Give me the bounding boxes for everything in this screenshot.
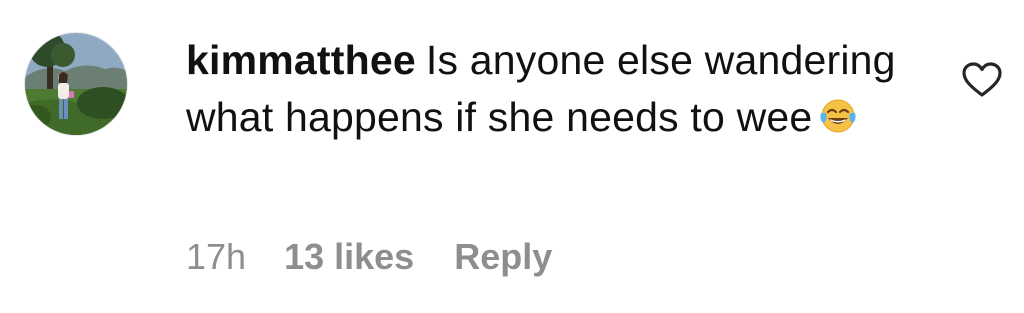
comment-timestamp[interactable]: 17h — [186, 236, 246, 278]
comment-meta: 17h 13 likes Reply — [186, 236, 552, 278]
comment-username[interactable]: kimmatthee — [186, 37, 416, 83]
likes-count[interactable]: 13 likes — [284, 236, 414, 278]
face-with-tears-of-joy-icon — [820, 99, 856, 133]
comment-body: kimmatthee Is anyone else wandering what … — [186, 32, 906, 146]
avatar-photo — [25, 33, 127, 135]
comment-text-block: kimmatthee Is anyone else wandering what … — [186, 32, 906, 146]
reply-button[interactable]: Reply — [454, 236, 552, 278]
comment: kimmatthee Is anyone else wandering what … — [0, 0, 1024, 313]
avatar[interactable] — [24, 32, 128, 136]
heart-outline-icon[interactable] — [962, 62, 1002, 98]
